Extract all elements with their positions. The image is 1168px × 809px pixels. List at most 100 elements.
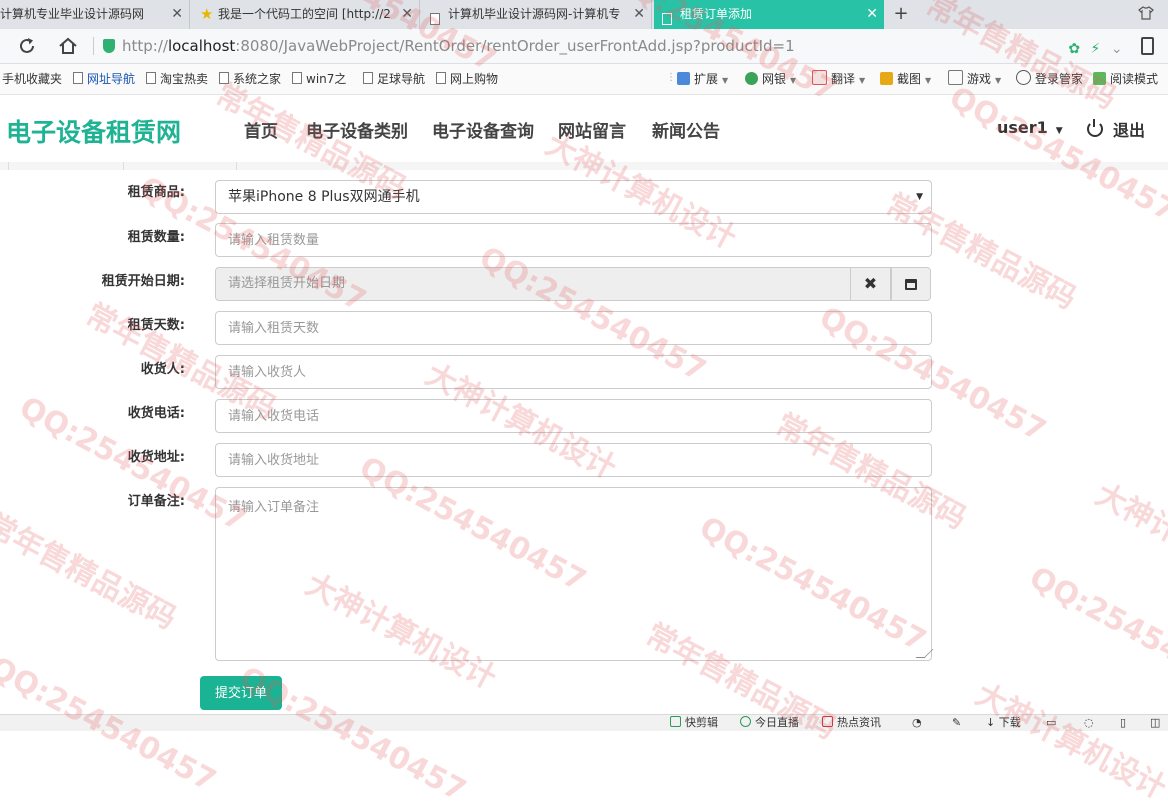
star-icon: ★	[200, 5, 214, 23]
close-icon[interactable]: ✕	[866, 0, 878, 29]
product-select[interactable]: 苹果iPhone 8 Plus双网通手机 ▼	[215, 180, 932, 214]
home-icon[interactable]	[57, 35, 79, 57]
chevron-down-icon: ▼	[859, 76, 866, 85]
memo-label: 订单备注:	[127, 494, 185, 509]
bookmark-label: 网上购物	[450, 72, 499, 86]
tab-label: 计算机专业毕业设计源码网	[0, 7, 145, 21]
watermark-designer: 大神计算机设计	[1089, 477, 1168, 607]
clear-date-button[interactable]: ✖	[851, 267, 891, 301]
mobile-icon[interactable]	[1141, 37, 1154, 55]
lightning-icon[interactable]: ⚡	[1091, 41, 1101, 57]
wrench-icon[interactable]: ✎	[952, 715, 961, 731]
bookmark-system-home[interactable]: 系统之家	[219, 64, 281, 94]
status-download[interactable]: ↓ 下载	[986, 715, 1021, 731]
calendar-button[interactable]	[891, 267, 931, 301]
document-icon	[146, 72, 156, 84]
user-menu[interactable]: user1 ▼	[997, 118, 1063, 137]
tool-label: 扩展	[694, 72, 719, 86]
document-icon	[430, 7, 442, 25]
nav-news[interactable]: 新闻公告	[652, 117, 720, 142]
resize-handle-icon[interactable]	[915, 649, 934, 658]
url-prefix: http://	[122, 37, 168, 55]
bookmark-mobile-favorites[interactable]: 手机收藏夹	[2, 64, 62, 94]
watermark-slogan: 常年售精品源码	[0, 507, 182, 637]
refresh-speed-icon[interactable]: ✿	[1068, 41, 1080, 57]
bookmark-shopping[interactable]: 网上购物	[436, 64, 498, 94]
chevron-down-icon: ▼	[790, 76, 797, 85]
close-icon[interactable]: ✕	[633, 0, 645, 29]
security-shield-icon[interactable]	[103, 39, 115, 53]
chevron-down-icon: ▼	[925, 76, 932, 85]
bookmark-label: 系统之家	[233, 72, 282, 86]
bookmark-label: 足球导航	[377, 72, 426, 86]
browser-tab-1[interactable]: 计算机专业毕业设计源码网 ✕	[0, 0, 190, 29]
url-field[interactable]: http://localhost:8080/JavaWebProject/Ren…	[122, 37, 795, 55]
status-live[interactable]: 今日直播	[740, 715, 799, 731]
cursor-icon[interactable]: ◌	[1084, 715, 1094, 731]
nav-guestbook[interactable]: 网站留言	[558, 117, 626, 142]
status-quick-clip[interactable]: 快剪辑	[670, 715, 718, 731]
tool-games[interactable]: 游戏 ▼	[948, 64, 1001, 96]
window-icon[interactable]: ▭	[1046, 715, 1056, 731]
address-input[interactable]	[215, 443, 932, 477]
browser-tab-3[interactable]: 计算机毕业设计源码网-计算机专 ✕	[422, 0, 652, 29]
bookmark-win7[interactable]: win7之	[292, 64, 346, 94]
close-icon[interactable]: ✕	[401, 0, 413, 29]
product-label: 租赁商品:	[127, 185, 185, 200]
memo-textarea[interactable]: 请输入订单备注	[215, 487, 934, 661]
logout-button[interactable]: 退出	[1087, 117, 1145, 141]
chevron-down-icon: ▼	[995, 76, 1002, 85]
play-icon	[670, 716, 681, 727]
browser-tab-active[interactable]: 租赁订单添加 ✕	[654, 0, 884, 29]
days-input[interactable]	[215, 311, 932, 345]
overflow-icon[interactable]: ⋮	[666, 72, 676, 83]
tool-translate[interactable]: 翻译 ▼	[812, 64, 865, 96]
status-label: 下载	[998, 716, 1021, 729]
tool-screenshot[interactable]: 截图 ▼	[880, 64, 931, 96]
url-host: localhost	[167, 37, 236, 55]
zoom-icon[interactable]: ◫	[1150, 715, 1160, 731]
news-icon	[822, 716, 833, 727]
chevron-down-icon[interactable]: ⌄	[1111, 41, 1123, 57]
tool-extensions[interactable]: 扩展 ▼	[677, 64, 728, 96]
quantity-input[interactable]	[215, 223, 932, 257]
status-label: 今日直播	[755, 716, 799, 729]
site-header: 电子设备租赁网 首页 电子设备类别 电子设备查询 网站留言 新闻公告 user1…	[0, 95, 1168, 163]
start-date-input[interactable]: 请选择租赁开始日期	[215, 267, 851, 301]
reload-icon[interactable]	[16, 35, 38, 57]
divider	[93, 37, 94, 55]
status-news[interactable]: 热点资讯	[822, 715, 881, 731]
browser-tab-2[interactable]: ★ 我是一个代码工的空间 [http://2 ✕	[192, 0, 420, 29]
chevron-down-icon: ▼	[1055, 126, 1063, 136]
bookmark-url-nav[interactable]: 网址导航	[73, 64, 135, 94]
new-tab-button[interactable]: +	[890, 0, 912, 29]
bookmarks-bar: 手机收藏夹 网址导航 淘宝热卖 系统之家 win7之 足球导航 网上购物 ⋮ 扩…	[0, 64, 1168, 95]
bookmark-label: 网址导航	[87, 72, 136, 86]
bookmark-football[interactable]: 足球导航	[363, 64, 425, 94]
quantity-label: 租赁数量:	[127, 230, 185, 245]
nav-device-search[interactable]: 电子设备查询	[432, 117, 534, 142]
layout-icon[interactable]: ▯	[1120, 715, 1126, 731]
phone-input[interactable]	[215, 399, 932, 433]
document-icon	[662, 7, 674, 25]
phone-label: 收货电话:	[127, 406, 185, 421]
page-strip	[0, 162, 1168, 170]
nav-device-categories[interactable]: 电子设备类别	[306, 117, 408, 142]
bookmark-taobao[interactable]: 淘宝热卖	[146, 64, 208, 94]
submit-order-button[interactable]: 提交订单	[200, 676, 282, 710]
scissors-icon	[880, 72, 893, 85]
nav-home[interactable]: 首页	[244, 117, 278, 142]
close-icon[interactable]: ✕	[171, 0, 183, 29]
address-label: 收货地址:	[127, 450, 185, 465]
tool-bank[interactable]: 网银 ▼	[745, 64, 796, 96]
tool-login-manager[interactable]: 登录管家	[1016, 64, 1083, 94]
receiver-input[interactable]	[215, 355, 932, 389]
tab-label: 计算机毕业设计源码网-计算机专	[448, 7, 621, 21]
logout-label: 退出	[1113, 121, 1146, 140]
tool-reading-mode[interactable]: 阅读模式	[1093, 64, 1158, 94]
book-icon	[1093, 72, 1106, 85]
site-brand[interactable]: 电子设备租赁网	[6, 113, 181, 149]
speed-icon[interactable]: ◔	[912, 715, 922, 731]
shirt-icon[interactable]	[1138, 6, 1154, 24]
address-right-icons: ✿ ⚡ ⌄	[1068, 37, 1154, 57]
